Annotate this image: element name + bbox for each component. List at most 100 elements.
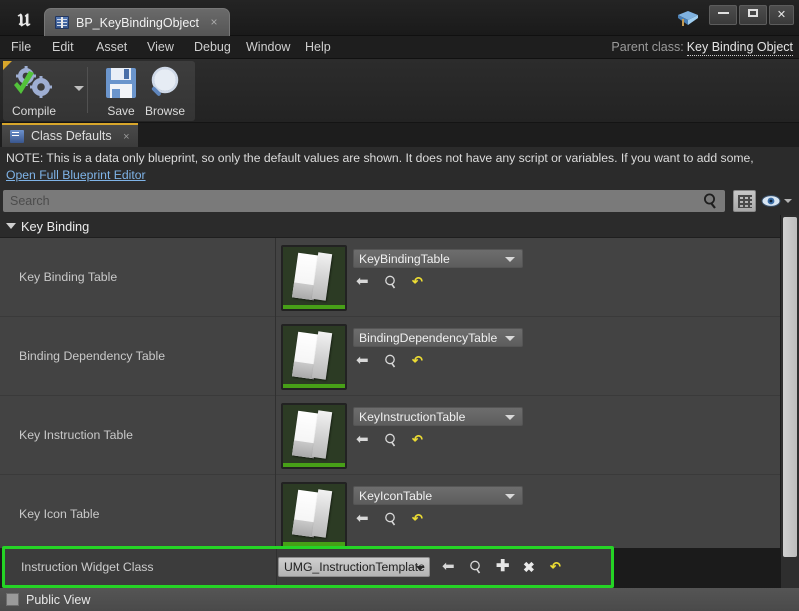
column-splitter[interactable] [275,396,276,475]
grid-view-icon[interactable] [733,190,756,212]
property-label: Key Binding Table [19,270,118,284]
browse-to-asset-icon[interactable] [469,560,483,574]
menu-item-file[interactable]: File [2,36,40,59]
toolbar-separator [87,67,88,113]
reset-to-default-icon[interactable]: ↶ [550,560,564,574]
add-icon[interactable]: ✚ [496,559,510,575]
status-bar: Public View [0,588,799,611]
search-field[interactable]: Search [3,190,725,212]
reset-to-default-icon[interactable]: ↶ [412,512,426,526]
asset-picker-combo[interactable]: BindingDependencyTable [353,328,523,347]
asset-value: KeyBindingTable [359,251,450,266]
asset-value: KeyInstructionTable [359,409,466,424]
property-label: Binding Dependency Table [19,349,166,363]
data-table-asset-thumbnail[interactable] [281,482,347,548]
tab-class-defaults-label: Class Defaults [31,129,112,143]
unreal-blueprint-editor-window: 𝔲 BP_KeyBindingObject × ✕ File Edit Asse… [0,0,799,611]
expand-triangle-icon [6,223,16,229]
vertical-scrollbar[interactable] [781,215,799,588]
column-splitter[interactable] [275,238,276,317]
data-table-asset-thumbnail[interactable] [281,245,347,311]
property-row-key-instruction-table: Key Instruction Table KeyInstructionTabl… [0,396,780,475]
category-title: Key Binding [21,218,90,234]
property-row-key-binding-table: Key Binding Table KeyBindingTable ⬅ ↶ [0,238,780,317]
checkbox-icon[interactable] [6,593,19,606]
use-selected-asset-icon[interactable]: ⬅ [356,511,370,526]
property-actions: ⬅ ↶ [356,353,426,369]
clear-icon[interactable]: ✖ [523,560,537,574]
category-header-key-binding[interactable]: Key Binding [0,215,780,238]
parent-class-info: Parent class: Key Binding Object [611,36,793,59]
menu-item-view[interactable]: View [138,36,183,59]
property-label: Key Icon Table [19,507,100,521]
public-view-label[interactable]: Public View [26,593,90,607]
window-close-button[interactable]: ✕ [769,5,794,25]
search-row: Search [0,188,799,215]
class-defaults-icon [10,129,24,143]
visibility-chevron-down-icon[interactable] [784,199,792,203]
panel-tab-strip: Class Defaults × [0,123,799,147]
search-placeholder: Search [10,194,50,208]
asset-value: KeyIconTable [359,488,433,503]
property-actions: ⬅ ↶ [356,274,426,290]
use-selected-asset-icon[interactable]: ⬅ [356,353,370,368]
chevron-down-icon [505,257,515,262]
data-only-blueprint-note: NOTE: This is a data only blueprint, so … [0,147,799,188]
asset-picker-combo[interactable]: KeyBindingTable [353,249,523,268]
scrollbar-thumb[interactable] [783,217,797,557]
property-row-binding-dependency-table: Binding Dependency Table BindingDependen… [0,317,780,396]
note-text: NOTE: This is a data only blueprint, so … [6,151,754,165]
menu-item-window[interactable]: Window [237,36,299,59]
window-maximize-button[interactable] [739,5,767,25]
compile-options-chevron-icon[interactable] [74,86,84,91]
class-value: UMG_InstructionTemplate [284,560,425,574]
property-row-instruction-widget-class-highlighted: Instruction Widget Class UMG_Instruction… [2,546,614,588]
use-selected-asset-icon[interactable]: ⬅ [356,274,370,289]
eye-icon[interactable] [761,192,781,210]
search-icon [703,193,719,209]
window-minimize-button[interactable] [709,5,737,25]
document-tab-close-icon[interactable]: × [208,16,220,28]
browse-button[interactable]: Browse [136,63,194,119]
menu-item-edit[interactable]: Edit [43,36,83,59]
menu-item-help[interactable]: Help [296,36,340,59]
unreal-logo-icon: 𝔲 [17,5,31,32]
chevron-down-icon [505,494,515,499]
menu-item-debug[interactable]: Debug [185,36,240,59]
document-tab-bp-keybindingobject[interactable]: BP_KeyBindingObject × [44,8,230,36]
property-actions: ⬅ ✚ ✖ ↶ [442,559,564,575]
asset-picker-combo[interactable]: KeyInstructionTable [353,407,523,426]
column-splitter[interactable] [276,549,277,585]
property-actions: ⬅ ↶ [356,432,426,448]
class-picker-combo[interactable]: UMG_InstructionTemplate [278,557,430,577]
compile-button-label: Compile [11,104,56,118]
tab-close-icon[interactable]: × [123,131,129,143]
column-splitter[interactable] [275,317,276,396]
use-selected-asset-icon[interactable]: ⬅ [442,559,456,574]
open-full-blueprint-editor-link[interactable]: Open Full Blueprint Editor [6,168,146,182]
reset-to-default-icon[interactable]: ↶ [412,275,426,289]
column-splitter[interactable] [275,475,276,548]
parent-class-label: Parent class: [611,40,684,54]
reset-to-default-icon[interactable]: ↶ [412,433,426,447]
tab-class-defaults[interactable]: Class Defaults × [2,123,138,147]
reset-to-default-icon[interactable]: ↶ [412,354,426,368]
unreal-gem-icon [676,6,700,30]
data-table-asset-thumbnail[interactable] [281,403,347,469]
use-selected-asset-icon[interactable]: ⬅ [356,432,370,447]
compile-button[interactable]: Compile [5,63,63,119]
browse-to-asset-icon[interactable] [384,433,398,447]
parent-class-link[interactable]: Key Binding Object [686,40,793,56]
chevron-down-icon [505,415,515,420]
menu-bar: File Edit Asset View Debug Window Help P… [0,36,799,59]
browse-to-asset-icon[interactable] [384,512,398,526]
browse-to-asset-icon[interactable] [384,354,398,368]
title-bar: 𝔲 BP_KeyBindingObject × ✕ [0,0,799,36]
browse-to-asset-icon[interactable] [384,275,398,289]
menu-item-asset[interactable]: Asset [87,36,136,59]
data-table-asset-thumbnail[interactable] [281,324,347,390]
chevron-down-icon [505,336,515,341]
chevron-down-icon [416,566,424,571]
asset-picker-combo[interactable]: KeyIconTable [353,486,523,505]
property-label: Key Instruction Table [19,428,133,442]
